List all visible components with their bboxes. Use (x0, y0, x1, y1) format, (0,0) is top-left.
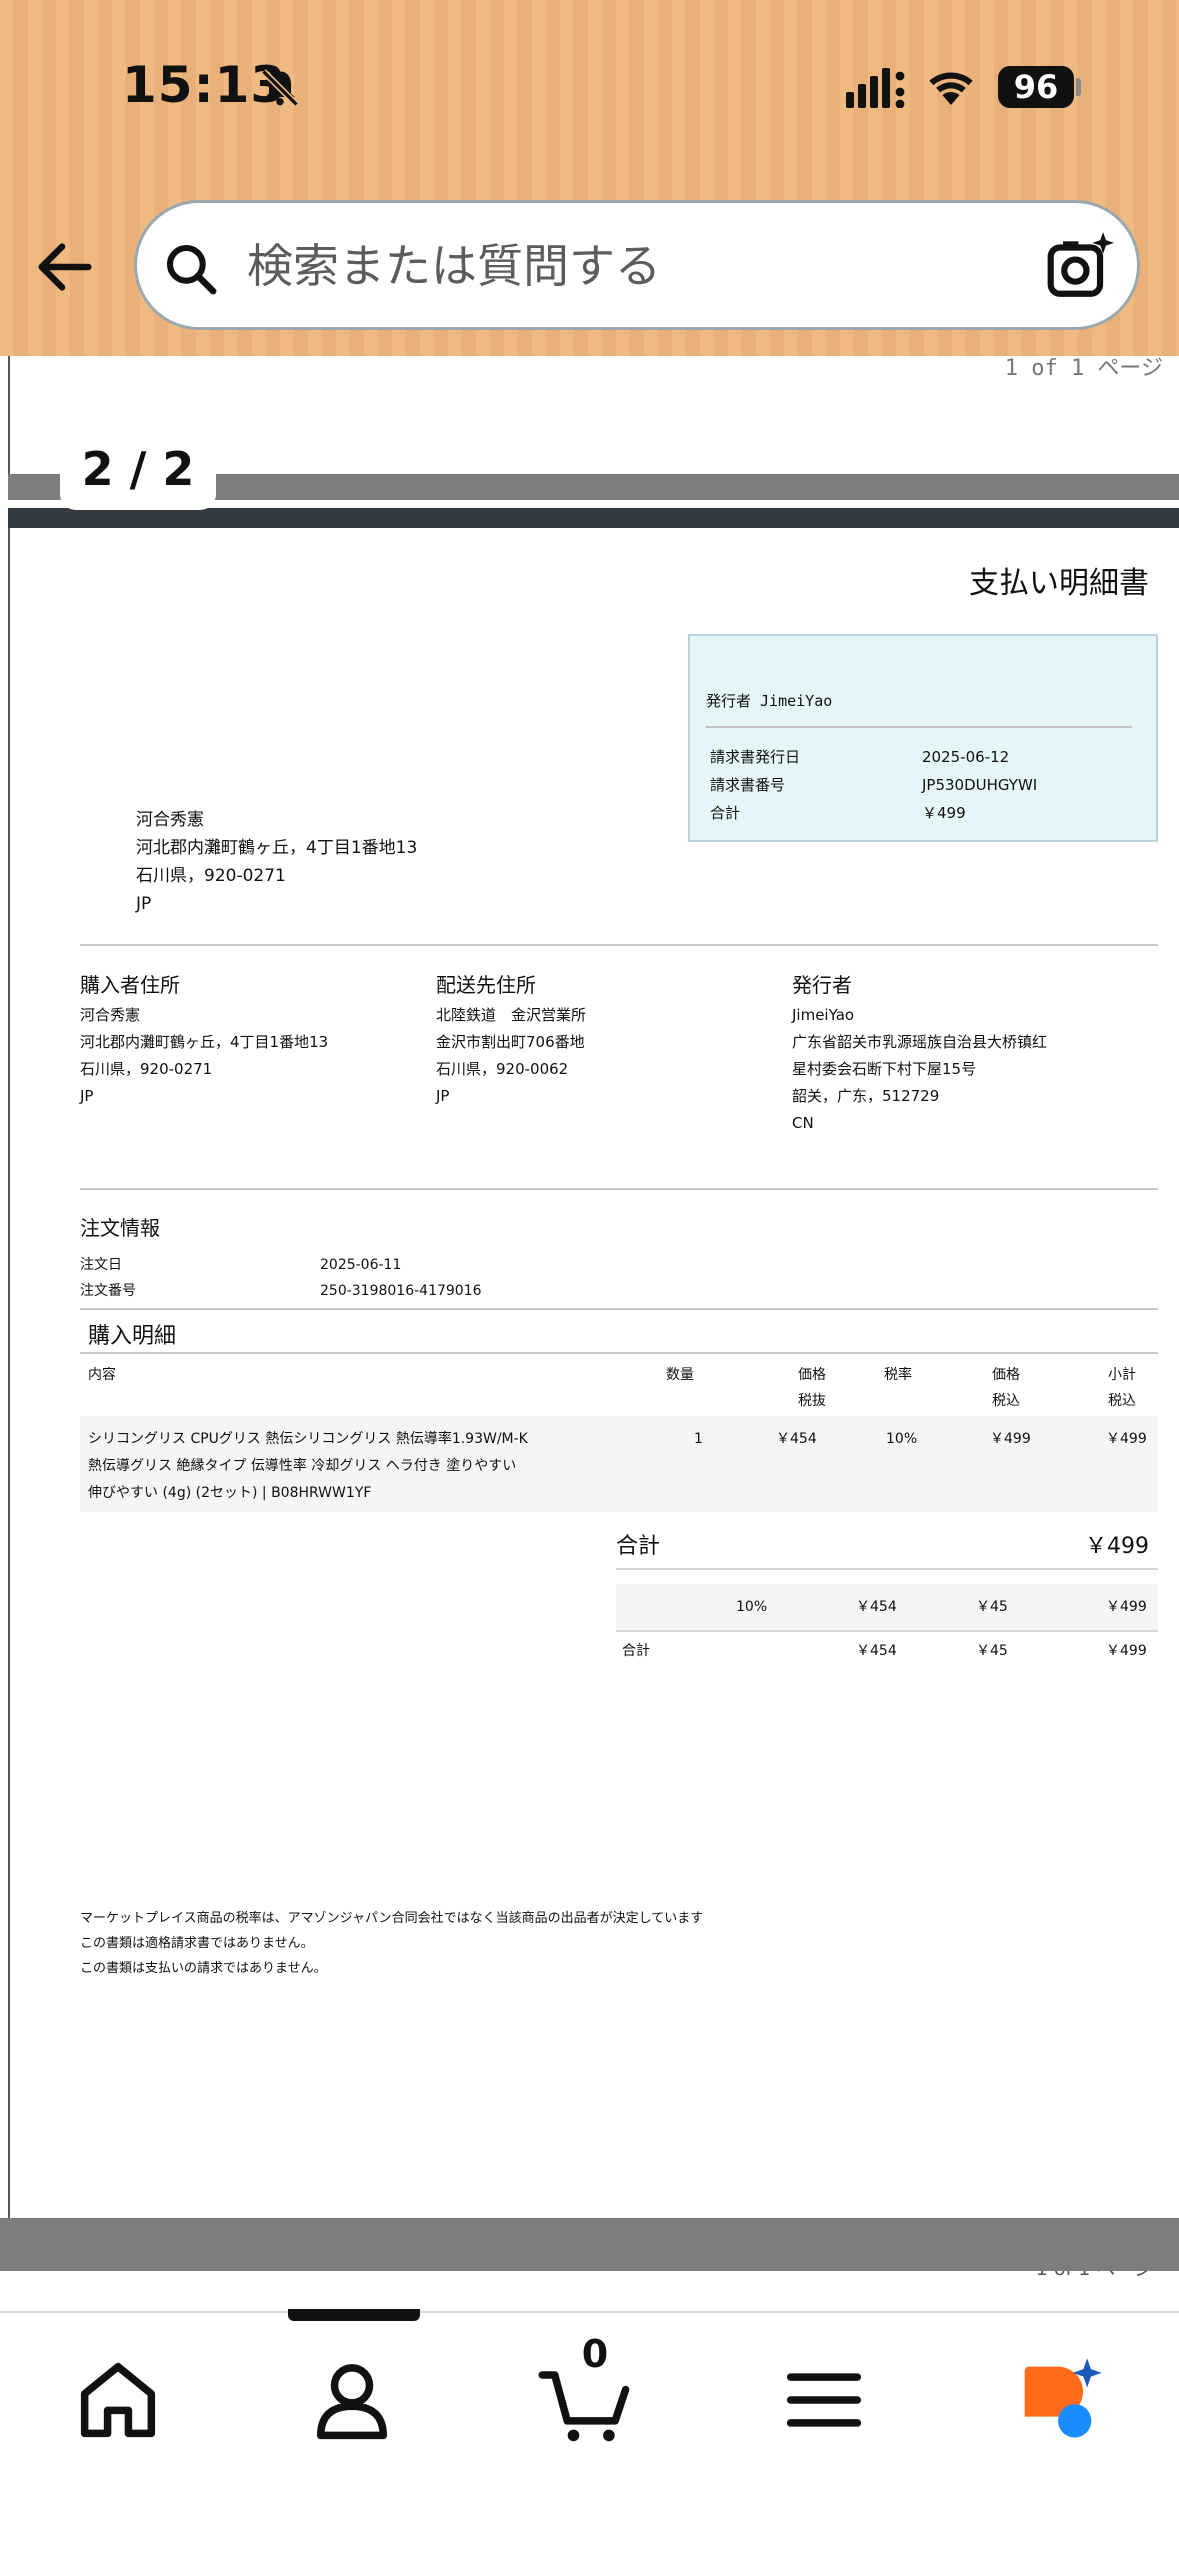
page-indicator: 2 / 2 (60, 428, 216, 510)
order-info-heading: 注文情報 (80, 1216, 160, 1240)
document-title: 支払い明細書 (969, 566, 1149, 601)
order-date-row: 注文日 2025-06-11 (80, 1257, 402, 1273)
issuer-name: 発行者 JimeiYao (706, 692, 833, 710)
divider (80, 1188, 1158, 1190)
divider (616, 1630, 1158, 1632)
wifi-icon (929, 72, 973, 105)
tax-total-subtotal-in: ￥499 (1106, 1643, 1147, 1659)
account-icon[interactable] (302, 2350, 402, 2450)
item-description: シリコングリス CPUグリス 熱伝シリコングリス 熱伝導率1.93W/M-K 熱… (88, 1431, 528, 1501)
bell-muted-icon (261, 69, 299, 107)
assistant-icon[interactable] (1008, 2350, 1108, 2450)
order-number-row: 注文番号 250-3198016-4179016 (80, 1283, 482, 1299)
invoice-number-row: 請求書番号 JP530DUHGYWI (710, 776, 1038, 794)
divider (80, 944, 1158, 946)
battery-level: 96 (998, 66, 1074, 108)
column-tax-rate: 税率 (884, 1367, 912, 1383)
column-price-ex: 価格 税抜 (798, 1367, 826, 1409)
column-subtotal-in: 小計 税込 (1108, 1367, 1136, 1409)
search-bar[interactable] (134, 200, 1140, 330)
divider (80, 1352, 1158, 1354)
divider (80, 1308, 1158, 1310)
item-tax-rate: 10% (886, 1431, 918, 1447)
previous-page-footer: 1 of 1 ページ (1004, 356, 1163, 381)
top-app-bar: 15:13 96 (0, 0, 1179, 356)
active-tab-indicator (288, 2309, 420, 2321)
invoice-date-row: 請求書発行日 2025-06-12 (710, 748, 1010, 766)
back-arrow-icon[interactable] (30, 232, 100, 302)
document-notes: マーケットプレイス商品の税率は、アマゾンジャパン合同会社ではなく当該商品の出品者… (80, 1911, 704, 1976)
item-price-ex: ￥454 (776, 1431, 817, 1447)
divider (706, 726, 1132, 728)
invoice-page: 支払い明細書 発行者 JimeiYao 請求書発行日 2025-06-12 請求書… (8, 528, 1171, 2280)
items-heading: 購入明細 (88, 1324, 177, 1349)
item-subtotal-in: ￥499 (1106, 1431, 1147, 1447)
page-top-band (8, 508, 1179, 528)
tax-total-label: 合計 (622, 1643, 650, 1659)
recipient-address: 河合秀憲 河北郡内灘町鶴ヶ丘，4丁目1番地13 石川県，920-0271 JP (136, 810, 418, 914)
item-qty: 1 (694, 1431, 703, 1447)
page-gap (0, 2218, 1179, 2271)
search-icon (166, 244, 217, 295)
column-qty: 数量 (666, 1367, 694, 1383)
column-price-in: 価格 税込 (992, 1367, 1020, 1409)
total-label: 合計 (616, 1534, 661, 1559)
divider (616, 1568, 1158, 1570)
total-value: ￥499 (1085, 1534, 1149, 1559)
issuer-summary-box: 発行者 JimeiYao 請求書発行日 2025-06-12 請求書番号 JP530… (688, 634, 1158, 842)
tax-total-tax: ￥45 (976, 1643, 1008, 1659)
tax-row-tax: ￥45 (976, 1599, 1008, 1615)
tax-row-subtotal-ex: ￥454 (856, 1599, 897, 1615)
cellular-signal-icon (846, 68, 905, 108)
buyer-address: 購入者住所 河合秀憲 河北郡内灘町鶴ヶ丘，4丁目1番地13 石川県，920-02… (80, 973, 329, 1105)
pdf-viewer[interactable]: 1 of 1 ページ 支払い明細書 発行者 JimeiYao 請求書発行日 202… (0, 356, 1179, 2280)
column-content: 内容 (88, 1367, 116, 1383)
tax-row-rate: 10% (736, 1599, 768, 1615)
search-input[interactable] (247, 233, 1027, 299)
menu-icon[interactable] (774, 2350, 874, 2450)
item-price-in: ￥499 (990, 1431, 1031, 1447)
home-icon[interactable] (68, 2350, 168, 2450)
cart-count-badge: 0 (581, 2332, 609, 2376)
camera-ai-icon[interactable] (1043, 229, 1117, 303)
seller-address: 発行者 JimeiYao 广东省韶关市乳源瑶族自治县大桥镇红 星村委会石断下村下… (792, 973, 1048, 1132)
battery-tip (1076, 78, 1081, 96)
tax-total-subtotal-ex: ￥454 (856, 1643, 897, 1659)
invoice-total-row: 合計 ￥499 (710, 804, 966, 822)
tax-row-subtotal-in: ￥499 (1106, 1599, 1147, 1615)
shipping-address: 配送先住所 北陸鉄道 金沢営業所 金沢市割出町706番地 石川県，920-006… (436, 973, 587, 1105)
